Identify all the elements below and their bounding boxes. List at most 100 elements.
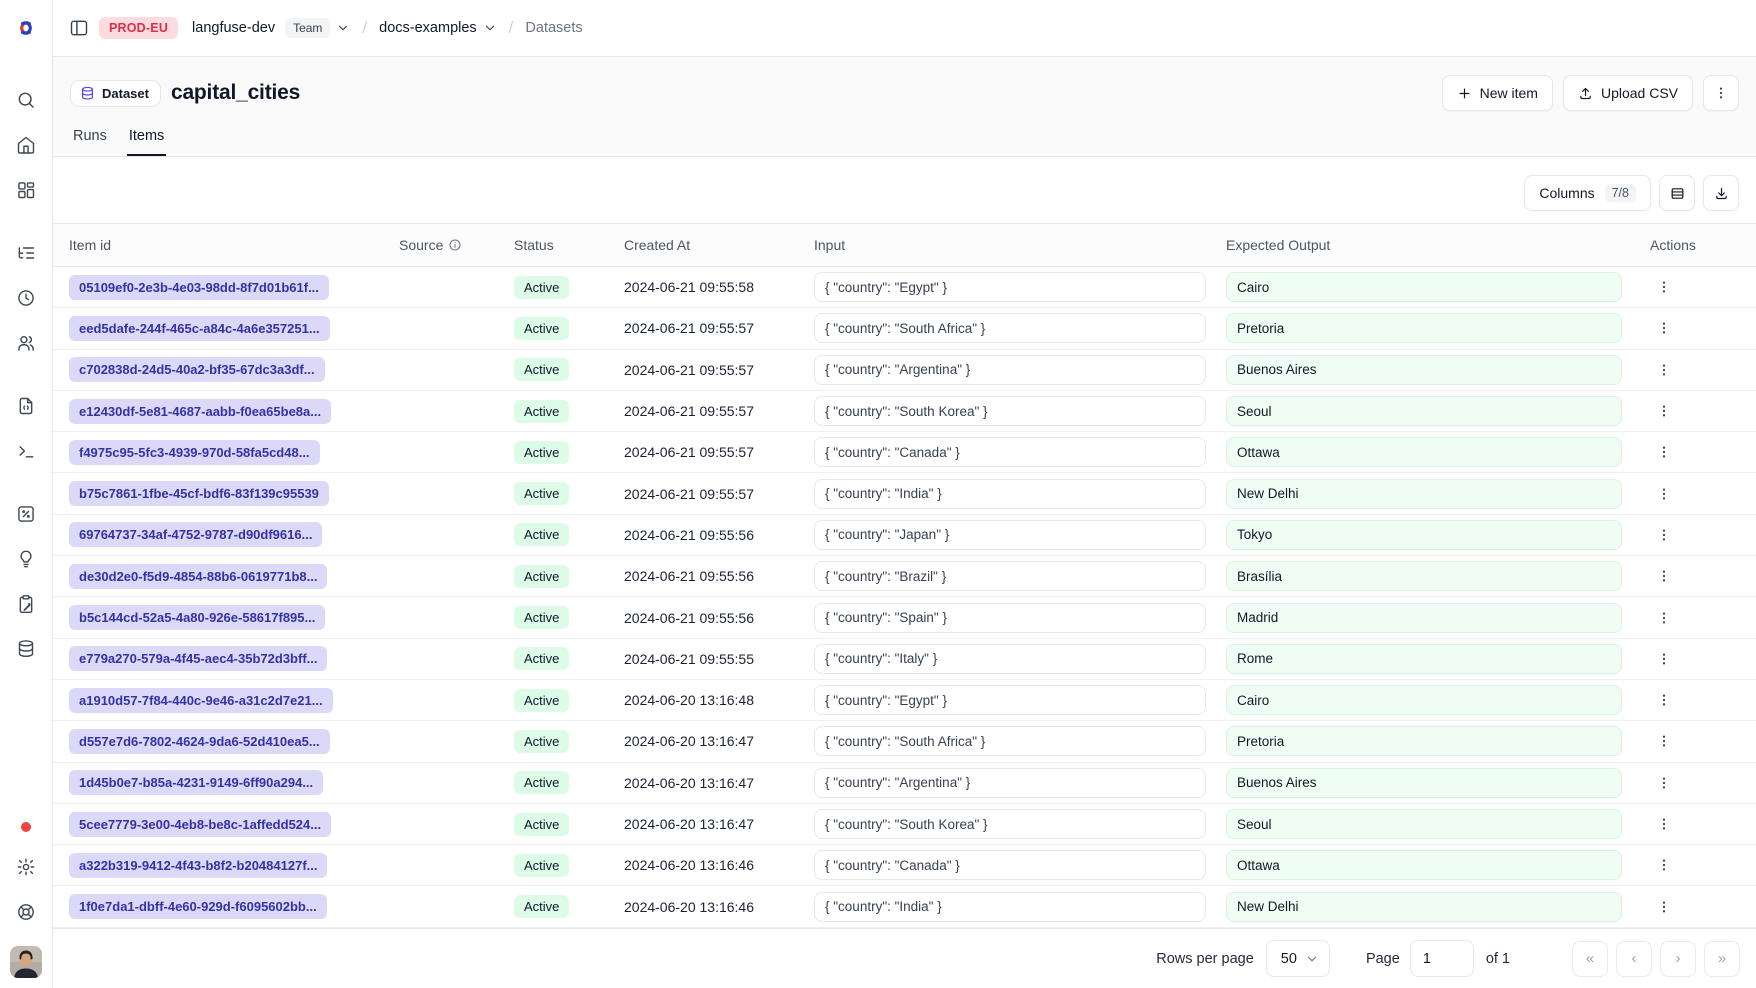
item-id-badge[interactable]: eed5dafe-244f-465c-a84c-4a6e357251...	[69, 316, 330, 341]
annotation-clipboard-pen-icon[interactable]	[8, 584, 44, 624]
item-id-badge[interactable]: 69764737-34af-4752-9787-d90df9616...	[69, 522, 322, 547]
row-actions-button[interactable]	[1650, 769, 1678, 797]
support-lifebuoy-icon[interactable]	[8, 892, 44, 932]
project-chevron-down-icon[interactable]	[483, 21, 497, 35]
rows-per-page-select[interactable]: 50	[1266, 940, 1330, 977]
item-id-badge[interactable]: 1d45b0e7-b85a-4231-9149-6ff90a294...	[69, 770, 323, 795]
expected-output-value[interactable]: Pretoria	[1226, 313, 1622, 343]
row-actions-button[interactable]	[1650, 851, 1678, 879]
expected-output-value[interactable]: Ottawa	[1226, 437, 1622, 467]
tracing-list-tree-icon[interactable]	[8, 233, 44, 273]
expected-output-value[interactable]: Madrid	[1226, 603, 1622, 633]
table-row[interactable]: a322b319-9412-4f43-b8f2-b20484127f... Ac…	[53, 845, 1756, 886]
breadcrumb-organization[interactable]: langfuse-dev	[192, 20, 275, 36]
item-id-badge[interactable]: b5c144cd-52a5-4a80-926e-58617f895...	[69, 605, 325, 630]
info-icon[interactable]	[448, 238, 462, 252]
input-value[interactable]: { "country": "Italy" }	[814, 644, 1206, 674]
table-row[interactable]: f4975c95-5fc3-4939-970d-58fa5cd48... Act…	[53, 432, 1756, 473]
item-id-badge[interactable]: a322b319-9412-4f43-b8f2-b20484127f...	[69, 853, 327, 878]
item-id-badge[interactable]: d557e7d6-7802-4624-9da6-52d410ea5...	[69, 729, 330, 754]
organization-chevron-down-icon[interactable]	[336, 21, 350, 35]
input-value[interactable]: { "country": "Brazil" }	[814, 561, 1206, 591]
input-value[interactable]: { "country": "Canada" }	[814, 850, 1206, 880]
expected-output-value[interactable]: Buenos Aires	[1226, 355, 1622, 385]
table-row[interactable]: 1f0e7da1-dbff-4e60-929d-f6095602bb... Ac…	[53, 886, 1756, 927]
row-actions-button[interactable]	[1650, 314, 1678, 342]
expected-output-value[interactable]: Rome	[1226, 644, 1622, 674]
table-row[interactable]: e12430df-5e81-4687-aabb-f0ea65be8a... Ac…	[53, 391, 1756, 432]
row-actions-button[interactable]	[1650, 562, 1678, 590]
expected-output-value[interactable]: Buenos Aires	[1226, 768, 1622, 798]
langfuse-logo-icon[interactable]	[14, 16, 38, 40]
sidebar-toggle-icon[interactable]	[69, 18, 89, 38]
input-value[interactable]: { "country": "Egypt" }	[814, 272, 1206, 302]
search-icon[interactable]	[8, 80, 44, 120]
settings-gear-icon[interactable]	[8, 847, 44, 887]
table-row[interactable]: a1910d57-7f84-440c-9e46-a31c2d7e21... Ac…	[53, 680, 1756, 721]
row-height-button[interactable]	[1659, 175, 1695, 211]
expected-output-value[interactable]: Seoul	[1226, 396, 1622, 426]
expected-output-value[interactable]: New Delhi	[1226, 479, 1622, 509]
environment-badge[interactable]: PROD-EU	[99, 17, 178, 39]
previous-page-button[interactable]: ‹	[1616, 941, 1652, 977]
item-id-badge[interactable]: 05109ef0-2e3b-4e03-98dd-8f7d01b61f...	[69, 275, 329, 300]
expected-output-value[interactable]: Cairo	[1226, 272, 1622, 302]
last-page-button[interactable]: »	[1704, 941, 1740, 977]
row-actions-button[interactable]	[1650, 604, 1678, 632]
table-row[interactable]: e779a270-579a-4f45-aec4-35b72d3bff... Ac…	[53, 639, 1756, 680]
table-row[interactable]: de30d2e0-f5d9-4854-88b6-0619771b8... Act…	[53, 556, 1756, 597]
page-number-input[interactable]	[1410, 940, 1474, 977]
row-actions-button[interactable]	[1650, 686, 1678, 714]
evaluation-percent-icon[interactable]	[8, 494, 44, 534]
table-row[interactable]: eed5dafe-244f-465c-a84c-4a6e357251... Ac…	[53, 308, 1756, 349]
columns-button[interactable]: Columns 7/8	[1524, 175, 1651, 211]
home-icon[interactable]	[8, 125, 44, 165]
input-value[interactable]: { "country": "Argentina" }	[814, 768, 1206, 798]
item-id-badge[interactable]: f4975c95-5fc3-4939-970d-58fa5cd48...	[69, 440, 320, 465]
table-row[interactable]: d557e7d6-7802-4624-9da6-52d410ea5... Act…	[53, 721, 1756, 762]
table-row[interactable]: c702838d-24d5-40a2-bf35-67dc3a3df... Act…	[53, 350, 1756, 391]
expected-output-value[interactable]: Cairo	[1226, 685, 1622, 715]
table-row[interactable]: b75c7861-1fbe-45cf-bdf6-83f139c95539 Act…	[53, 473, 1756, 514]
row-actions-button[interactable]	[1650, 810, 1678, 838]
prompts-file-icon[interactable]	[8, 386, 44, 426]
expected-output-value[interactable]: Seoul	[1226, 809, 1622, 839]
row-actions-button[interactable]	[1650, 438, 1678, 466]
table-row[interactable]: 05109ef0-2e3b-4e03-98dd-8f7d01b61f... Ac…	[53, 267, 1756, 308]
upload-csv-button[interactable]: Upload CSV	[1563, 75, 1693, 111]
dashboard-grid-icon[interactable]	[8, 170, 44, 210]
playground-terminal-icon[interactable]	[8, 431, 44, 471]
table-row[interactable]: b5c144cd-52a5-4a80-926e-58617f895... Act…	[53, 597, 1756, 638]
row-actions-button[interactable]	[1650, 356, 1678, 384]
next-page-button[interactable]: ›	[1660, 941, 1696, 977]
row-actions-button[interactable]	[1650, 480, 1678, 508]
row-actions-button[interactable]	[1650, 893, 1678, 921]
expected-output-value[interactable]: New Delhi	[1226, 892, 1622, 922]
table-row[interactable]: 69764737-34af-4752-9787-d90df9616... Act…	[53, 515, 1756, 556]
expected-output-value[interactable]: Brasília	[1226, 561, 1622, 591]
input-value[interactable]: { "country": "Egypt" }	[814, 685, 1206, 715]
input-value[interactable]: { "country": "Spain" }	[814, 603, 1206, 633]
datasets-database-icon[interactable]	[8, 629, 44, 669]
item-id-badge[interactable]: e12430df-5e81-4687-aabb-f0ea65be8a...	[69, 399, 331, 424]
row-actions-button[interactable]	[1650, 645, 1678, 673]
lightbulb-icon[interactable]	[8, 539, 44, 579]
expected-output-value[interactable]: Tokyo	[1226, 520, 1622, 550]
input-value[interactable]: { "country": "South Korea" }	[814, 396, 1206, 426]
input-value[interactable]: { "country": "India" }	[814, 892, 1206, 922]
breadcrumb-project[interactable]: docs-examples	[379, 20, 477, 36]
row-actions-button[interactable]	[1650, 273, 1678, 301]
first-page-button[interactable]: «	[1572, 941, 1608, 977]
input-value[interactable]: { "country": "South Africa" }	[814, 313, 1206, 343]
input-value[interactable]: { "country": "South Korea" }	[814, 809, 1206, 839]
item-id-badge[interactable]: a1910d57-7f84-440c-9e46-a31c2d7e21...	[69, 688, 333, 713]
row-actions-button[interactable]	[1650, 727, 1678, 755]
item-id-badge[interactable]: c702838d-24d5-40a2-bf35-67dc3a3df...	[69, 357, 325, 382]
input-value[interactable]: { "country": "Argentina" }	[814, 355, 1206, 385]
download-button[interactable]	[1703, 175, 1739, 211]
row-actions-button[interactable]	[1650, 521, 1678, 549]
row-actions-button[interactable]	[1650, 397, 1678, 425]
users-icon[interactable]	[8, 323, 44, 363]
user-avatar[interactable]	[10, 946, 42, 978]
new-item-button[interactable]: New item	[1442, 75, 1553, 111]
